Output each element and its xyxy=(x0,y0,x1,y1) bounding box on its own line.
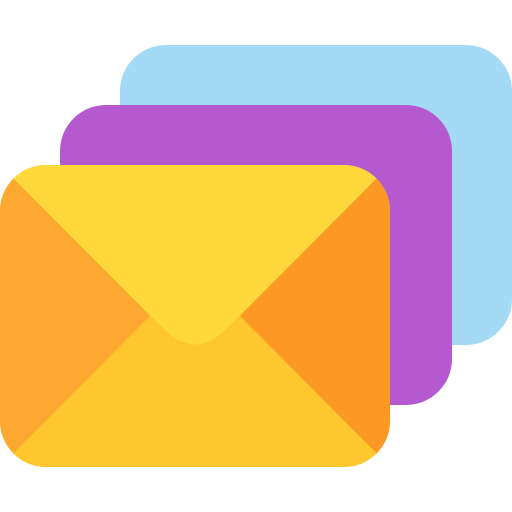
envelope-icon xyxy=(0,165,390,467)
stacked-mail-icon xyxy=(0,0,512,512)
stacked-mail-graphic xyxy=(0,45,512,467)
